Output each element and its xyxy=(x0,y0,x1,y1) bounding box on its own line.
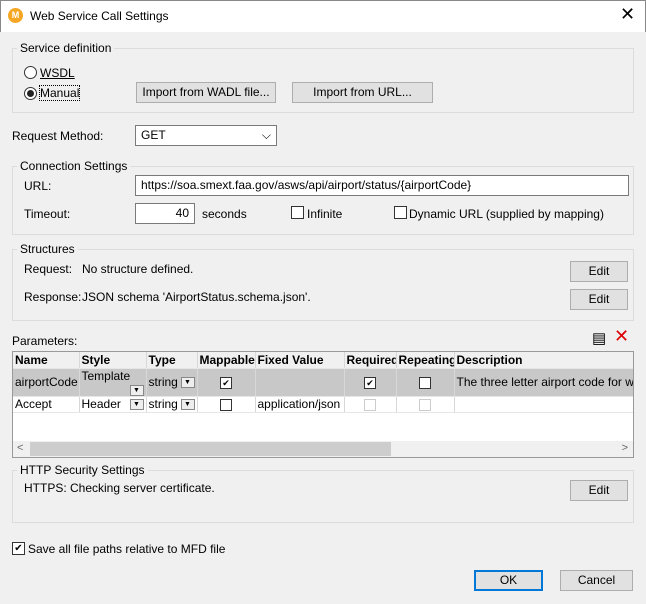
wsdl-radio[interactable] xyxy=(24,66,37,79)
service-definition-group xyxy=(12,48,634,113)
request-method-select[interactable]: GET ⌵ xyxy=(135,125,277,146)
save-paths-checkbox[interactable]: ✔ xyxy=(12,542,25,555)
wsdl-label[interactable]: WSDL xyxy=(40,66,75,80)
ok-button[interactable]: OK xyxy=(474,570,543,591)
param-mappable[interactable]: ✔ xyxy=(197,368,256,397)
param-name[interactable]: Accept xyxy=(13,396,80,413)
close-icon[interactable]: ✕ xyxy=(620,4,635,25)
http-security-group xyxy=(12,470,634,523)
delete-parameter-icon[interactable]: ✕ xyxy=(614,326,629,347)
repeating-checkbox[interactable] xyxy=(419,376,431,389)
manual-label[interactable]: Manual xyxy=(38,85,81,101)
request-label: Request: xyxy=(24,262,73,276)
param-style-value: Header xyxy=(81,397,121,411)
dynamic-url-label[interactable]: Dynamic URL (supplied by mapping) xyxy=(409,207,604,221)
service-definition-label: Service definition xyxy=(17,41,115,55)
import-url-button[interactable]: Import from URL... xyxy=(292,82,433,103)
edit-response-button[interactable]: Edit xyxy=(570,289,628,310)
url-input[interactable]: https://soa.smext.faa.gov/asws/api/airpo… xyxy=(135,175,629,196)
param-description[interactable]: The three letter airport code for w xyxy=(454,368,633,397)
timeout-input[interactable]: 40 xyxy=(135,203,195,224)
column-repeating[interactable]: Repeating xyxy=(396,352,455,369)
infinite-checkbox[interactable] xyxy=(291,206,304,219)
column-required[interactable]: Required xyxy=(344,352,397,369)
dropdown-arrow-icon[interactable]: ▼ xyxy=(180,377,195,388)
param-type-value: string xyxy=(148,397,178,411)
scroll-right-icon[interactable]: > xyxy=(622,442,628,454)
response-label: Response: xyxy=(24,290,82,304)
param-repeating xyxy=(396,396,455,413)
manual-radio[interactable] xyxy=(24,87,37,100)
mappable-checkbox[interactable] xyxy=(220,398,232,411)
seconds-label: seconds xyxy=(202,207,247,221)
param-mappable[interactable] xyxy=(197,396,256,413)
table-header: Name Style Type Mappable Fixed Value Req… xyxy=(13,352,633,369)
param-type[interactable]: string ▼ xyxy=(146,396,198,413)
table-row[interactable]: airportCode Template ▼ string ▼ ✔ ✔ The th… xyxy=(13,368,633,397)
url-label: URL: xyxy=(24,179,52,193)
param-type[interactable]: string ▼ xyxy=(146,368,198,397)
column-description[interactable]: Description xyxy=(454,352,633,369)
import-wadl-button[interactable]: Import from WADL file... xyxy=(136,82,276,103)
param-style[interactable]: Header ▼ xyxy=(79,396,147,413)
timeout-label: Timeout: xyxy=(24,207,71,221)
infinite-label[interactable]: Infinite xyxy=(307,207,342,221)
http-security-text: HTTPS: Checking server certificate. xyxy=(24,481,215,495)
cancel-button[interactable]: Cancel xyxy=(560,570,633,591)
horizontal-scrollbar[interactable]: < > xyxy=(13,441,633,457)
column-mappable[interactable]: Mappable xyxy=(197,352,256,369)
required-checkbox[interactable]: ✔ xyxy=(364,376,376,389)
request-value: No structure defined. xyxy=(82,262,194,276)
request-method-value: GET xyxy=(141,128,166,142)
table-row[interactable]: Accept Header ▼ string ▼ application/json xyxy=(13,396,633,413)
param-repeating[interactable] xyxy=(396,368,455,397)
param-type-value: string xyxy=(148,375,178,389)
http-security-label: HTTP Security Settings xyxy=(17,463,148,477)
param-required xyxy=(344,396,397,413)
connection-settings-label: Connection Settings xyxy=(17,159,131,173)
dropdown-arrow-icon[interactable]: ▼ xyxy=(129,399,144,410)
edit-request-button[interactable]: Edit xyxy=(570,261,628,282)
param-name[interactable]: airportCode xyxy=(13,368,80,397)
param-required[interactable]: ✔ xyxy=(344,368,397,397)
add-parameter-icon[interactable]: ▤ xyxy=(592,329,606,347)
dropdown-arrow-icon[interactable]: ▼ xyxy=(180,399,195,410)
dropdown-arrow-icon[interactable]: ▼ xyxy=(129,384,144,395)
repeating-checkbox xyxy=(419,398,431,411)
param-description[interactable] xyxy=(454,396,633,413)
param-fixed-value[interactable]: application/json xyxy=(255,396,345,413)
param-fixed-value[interactable] xyxy=(255,368,345,397)
chevron-down-icon: ⌵ xyxy=(261,128,271,142)
request-method-label: Request Method: xyxy=(12,129,104,143)
column-style[interactable]: Style xyxy=(79,352,147,369)
structures-group xyxy=(12,249,634,321)
scroll-left-icon[interactable]: < xyxy=(17,442,23,454)
scrollbar-thumb[interactable] xyxy=(30,442,391,456)
column-type[interactable]: Type xyxy=(146,352,198,369)
app-logo-icon: M xyxy=(8,8,23,23)
edit-http-security-button[interactable]: Edit xyxy=(570,480,628,501)
param-style[interactable]: Template ▼ xyxy=(79,368,147,397)
column-fixed-value[interactable]: Fixed Value xyxy=(255,352,345,369)
structures-label: Structures xyxy=(17,242,78,256)
parameters-table: Name Style Type Mappable Fixed Value Req… xyxy=(12,351,634,458)
mappable-checkbox[interactable]: ✔ xyxy=(220,376,232,389)
parameters-label: Parameters: xyxy=(12,334,78,348)
dynamic-url-checkbox[interactable] xyxy=(394,206,407,219)
window-title: Web Service Call Settings xyxy=(30,9,169,23)
param-style-value: Template xyxy=(81,368,131,383)
save-paths-label[interactable]: Save all file paths relative to MFD file xyxy=(28,542,225,556)
required-checkbox xyxy=(364,398,376,411)
response-value: JSON schema 'AirportStatus.schema.json'. xyxy=(82,290,311,304)
column-name[interactable]: Name xyxy=(13,352,80,369)
